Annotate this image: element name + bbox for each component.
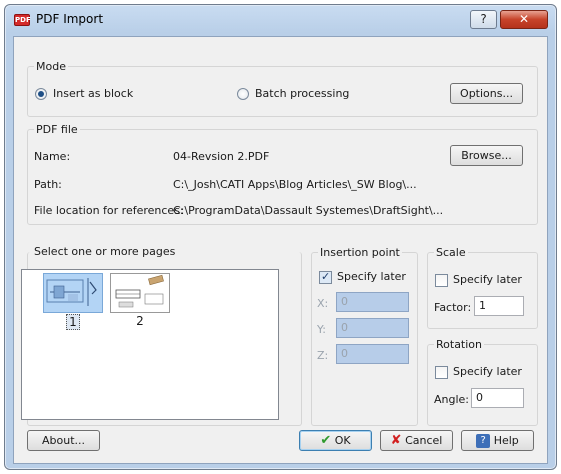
scale-group: Scale bbox=[427, 246, 538, 329]
x-field[interactable]: 0 bbox=[336, 292, 409, 312]
drawing-preview-icon bbox=[115, 274, 164, 308]
insertion-specify-later-label[interactable]: Specify later bbox=[337, 270, 406, 283]
insertion-specify-later-checkbox[interactable] bbox=[319, 270, 332, 284]
dialog-body: Mode Insert as block Batch processing Op… bbox=[13, 36, 548, 464]
scale-specify-later-checkbox[interactable] bbox=[435, 274, 448, 287]
z-field[interactable]: 0 bbox=[336, 344, 409, 364]
insert-as-block-radio[interactable] bbox=[35, 88, 47, 100]
factor-label: Factor: bbox=[434, 301, 472, 314]
page-1-label[interactable]: 1 bbox=[66, 314, 80, 330]
close-button[interactable]: ✕ bbox=[500, 10, 548, 29]
page-2-label[interactable]: 2 bbox=[133, 314, 147, 328]
check-icon: ✔ bbox=[320, 433, 332, 448]
file-location-value: C:\ProgramData\Dassault Systemes\DraftSi… bbox=[173, 204, 444, 217]
batch-processing-radio[interactable] bbox=[237, 88, 249, 100]
rotation-title: Rotation bbox=[434, 338, 485, 351]
title-help-button[interactable]: ? bbox=[470, 10, 497, 29]
rotation-group: Rotation bbox=[427, 338, 538, 426]
angle-label: Angle: bbox=[434, 393, 470, 406]
pdf-icon: PDF bbox=[14, 14, 31, 26]
drawing-preview-icon bbox=[46, 278, 97, 306]
y-field[interactable]: 0 bbox=[336, 318, 409, 338]
angle-field[interactable]: 0 bbox=[471, 388, 524, 408]
ok-label: OK bbox=[334, 434, 351, 447]
browse-button[interactable]: Browse... bbox=[450, 145, 523, 166]
options-button[interactable]: Options... bbox=[450, 83, 523, 104]
mode-group-title: Mode bbox=[34, 60, 68, 73]
x-label: X: bbox=[317, 297, 329, 310]
factor-field[interactable]: 1 bbox=[474, 296, 524, 316]
z-label: Z: bbox=[317, 349, 329, 362]
name-value: 04-Revsion 2.PDF bbox=[173, 150, 270, 163]
ok-button[interactable]: ✔ OK bbox=[299, 430, 372, 451]
path-value: C:\_Josh\CATI Apps\Blog Articles\_SW Blo… bbox=[173, 178, 417, 191]
scale-specify-later-label[interactable]: Specify later bbox=[453, 273, 522, 286]
cancel-button[interactable]: ✘ Cancel bbox=[380, 430, 453, 451]
batch-processing-label[interactable]: Batch processing bbox=[255, 87, 349, 100]
insert-as-block-label[interactable]: Insert as block bbox=[53, 87, 133, 100]
path-label: Path: bbox=[34, 178, 62, 191]
window-title: PDF Import bbox=[36, 12, 104, 26]
x-icon: ✘ bbox=[390, 433, 402, 448]
pdf-file-group-title: PDF file bbox=[34, 123, 80, 136]
file-location-label: File location for references: bbox=[34, 204, 184, 217]
name-label: Name: bbox=[34, 150, 71, 163]
page-thumbnail-1[interactable] bbox=[43, 273, 103, 313]
question-icon: ? bbox=[476, 434, 491, 448]
y-label: Y: bbox=[317, 323, 326, 336]
insertion-point-title: Insertion point bbox=[318, 246, 402, 259]
rotation-specify-later-checkbox[interactable] bbox=[435, 366, 448, 379]
page-thumbnail-2[interactable] bbox=[110, 273, 170, 313]
pdf-import-dialog: PDF PDF Import ? ✕ Mode Insert as block … bbox=[4, 4, 557, 470]
help-label: Help bbox=[493, 434, 519, 447]
help-button[interactable]: ? Help bbox=[461, 430, 534, 451]
scale-title: Scale bbox=[434, 246, 468, 259]
title-bar: PDF PDF Import ? ✕ bbox=[5, 5, 556, 35]
about-button[interactable]: About... bbox=[27, 430, 100, 451]
rotation-specify-later-label[interactable]: Specify later bbox=[453, 365, 522, 378]
cancel-label: Cancel bbox=[405, 434, 443, 447]
